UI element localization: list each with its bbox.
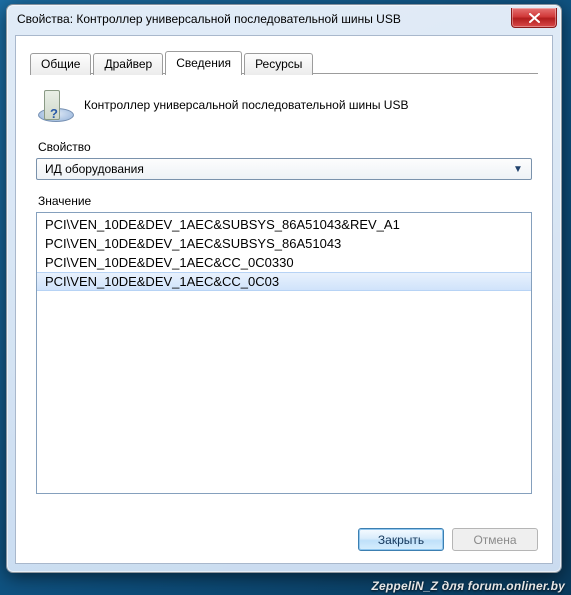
close-button[interactable]: Закрыть [358, 528, 444, 551]
tab-label: Общие [41, 57, 80, 71]
details-tab-body: ? Контроллер универсальной последователь… [30, 74, 538, 500]
device-help-icon: ? [38, 88, 72, 122]
properties-dialog: Свойства: Контроллер универсальной после… [6, 4, 562, 573]
cancel-button: Отмена [452, 528, 538, 551]
list-item[interactable]: PCI\VEN_10DE&DEV_1AEC&SUBSYS_86A51043 [37, 234, 531, 253]
tab-strip: Общие Драйвер Сведения Ресурсы [30, 50, 538, 74]
dialog-body: Общие Драйвер Сведения Ресурсы ? Контрол… [15, 35, 553, 564]
list-item[interactable]: PCI\VEN_10DE&DEV_1AEC&SUBSYS_86A51043&RE… [37, 215, 531, 234]
tab-driver[interactable]: Драйвер [93, 53, 163, 75]
device-header: ? Контроллер универсальной последователь… [38, 88, 530, 122]
window-close-button[interactable] [511, 8, 557, 28]
property-label: Свойство [38, 140, 530, 154]
tab-general[interactable]: Общие [30, 53, 91, 75]
property-combobox[interactable]: ИД оборудования ▼ [36, 158, 532, 180]
tab-label: Ресурсы [255, 57, 302, 71]
device-name: Контроллер универсальной последовательно… [84, 98, 408, 112]
chevron-down-icon: ▼ [509, 164, 527, 175]
tab-details[interactable]: Сведения [165, 51, 242, 75]
tab-label: Драйвер [104, 57, 152, 71]
window-title: Свойства: Контроллер универсальной после… [17, 12, 511, 26]
list-item[interactable]: PCI\VEN_10DE&DEV_1AEC&CC_0C0330 [37, 253, 531, 272]
tab-label: Сведения [176, 56, 231, 70]
tab-resources[interactable]: Ресурсы [244, 53, 313, 75]
close-icon [529, 13, 540, 23]
dialog-button-row: Закрыть Отмена [358, 528, 538, 551]
value-label: Значение [38, 194, 530, 208]
value-listbox[interactable]: PCI\VEN_10DE&DEV_1AEC&SUBSYS_86A51043&RE… [36, 212, 532, 494]
watermark-text: ZeppeliN_Z для forum.onliner.by [371, 579, 565, 593]
property-selected-value: ИД оборудования [45, 162, 509, 176]
titlebar: Свойства: Контроллер универсальной после… [7, 5, 561, 31]
list-item[interactable]: PCI\VEN_10DE&DEV_1AEC&CC_0C03 [37, 272, 531, 291]
